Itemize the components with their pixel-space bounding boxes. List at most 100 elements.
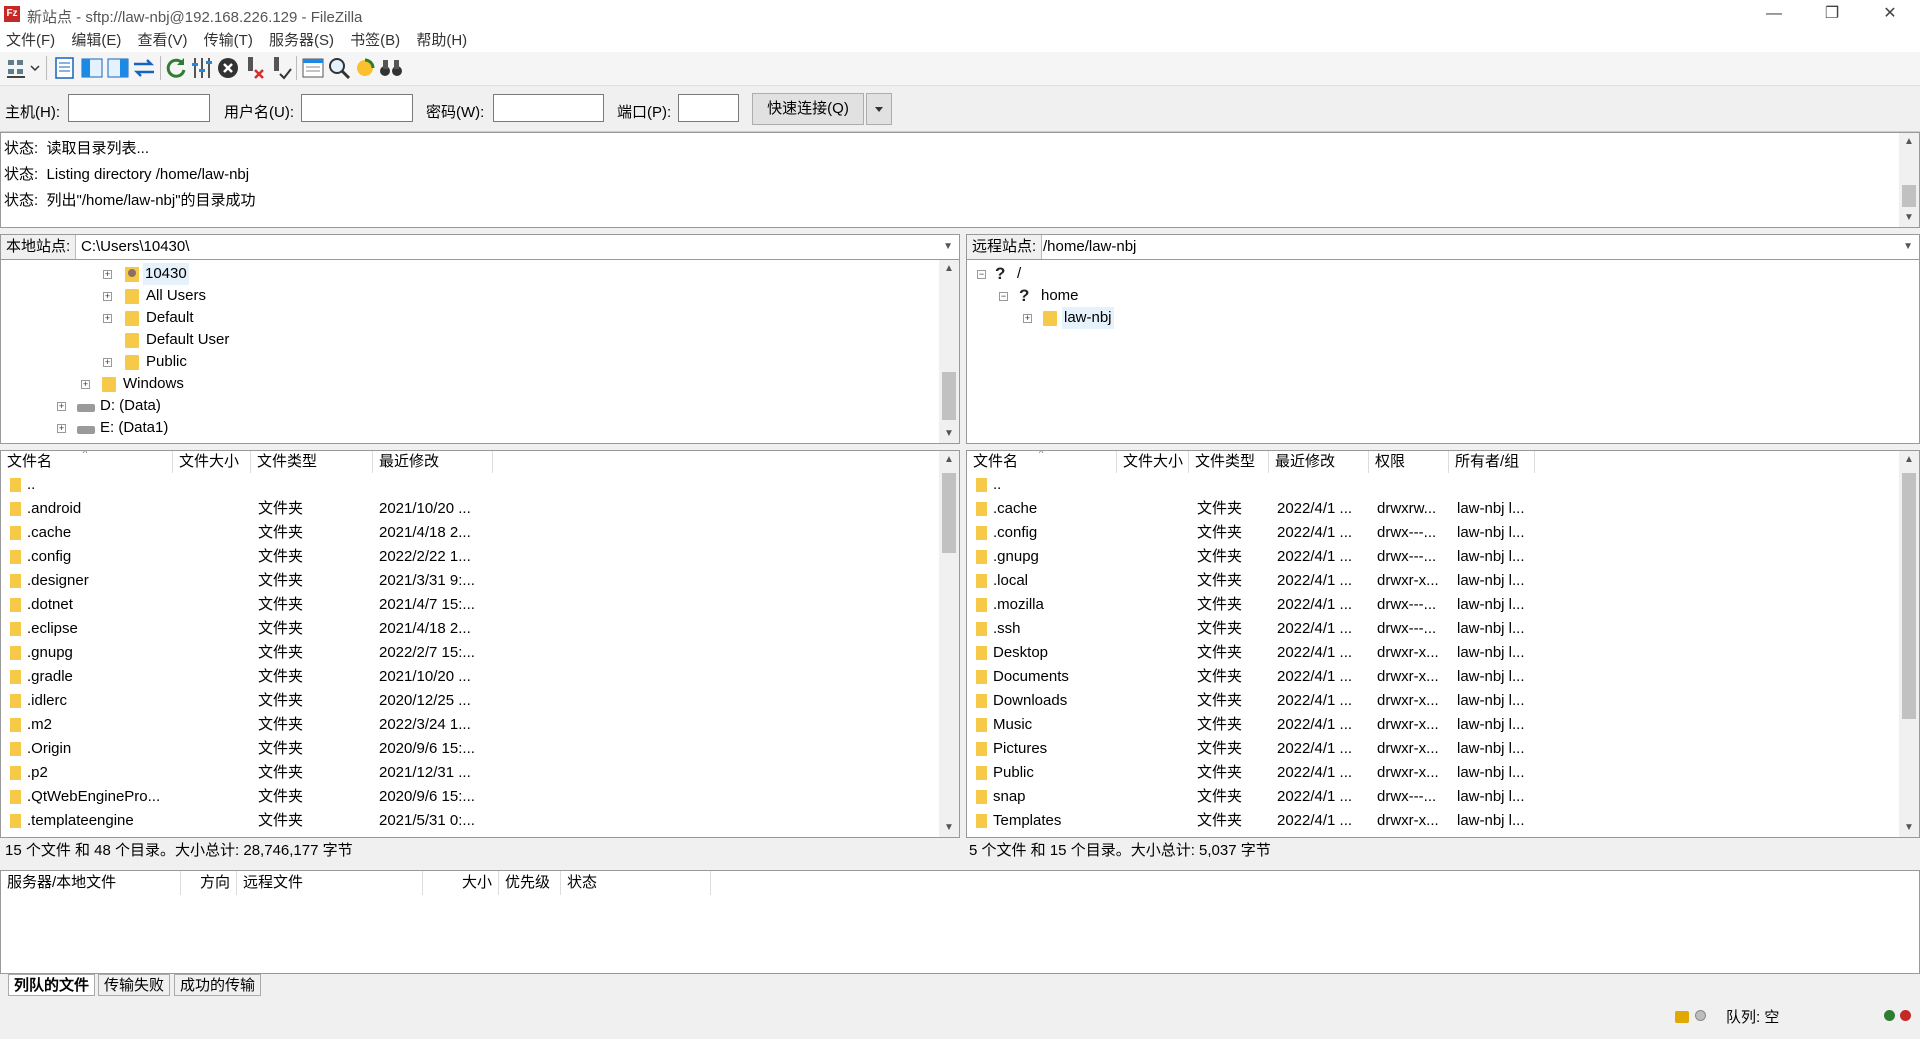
refresh-icon[interactable]: [163, 55, 189, 81]
table-row[interactable]: .idlerc 文件夹 2020/12/25 ...: [1, 689, 959, 713]
scroll-down-icon[interactable]: ▼: [1899, 209, 1919, 227]
column-header-filesize[interactable]: 文件大小: [1117, 451, 1189, 473]
column-header-modified[interactable]: 最近修改: [1269, 451, 1369, 473]
scroll-down-icon[interactable]: ▼: [939, 425, 959, 443]
table-row[interactable]: .templateengine 文件夹 2021/5/31 0:...: [1, 809, 959, 833]
table-row[interactable]: Desktop 文件夹 2022/4/1 ... drwxr-x... law-nbj …: [967, 641, 1919, 665]
tab-failed-transfers[interactable]: 传输失败: [98, 974, 171, 996]
tree-item-all-users[interactable]: + All Users: [1, 285, 941, 307]
scroll-up-icon[interactable]: ▲: [939, 451, 959, 469]
log-scrollbar[interactable]: ▲ ▼: [1899, 133, 1919, 227]
quickconnect-button[interactable]: 快速连接(Q): [752, 93, 864, 125]
toggle-log-icon[interactable]: [52, 55, 78, 81]
table-row[interactable]: Public 文件夹 2022/4/1 ... drwxr-x... law-nbj l…: [967, 761, 1919, 785]
menu-help[interactable]: 帮助(H): [410, 30, 473, 52]
tree-item-home[interactable]: − ? home: [967, 285, 1867, 307]
table-row[interactable]: .ssh 文件夹 2022/4/1 ... drwx---... law-nbj l..…: [967, 617, 1919, 641]
cancel-operation-icon[interactable]: [215, 55, 241, 81]
table-row[interactable]: .local 文件夹 2022/4/1 ... drwxr-x... law-nbj l…: [967, 569, 1919, 593]
table-row[interactable]: Music 文件夹 2022/4/1 ... drwxr-x... law-nbj l.…: [967, 713, 1919, 737]
table-row[interactable]: .m2 文件夹 2022/3/24 1...: [1, 713, 959, 737]
tree-item-law-nbj[interactable]: + law-nbj: [967, 307, 1867, 329]
queue-col-server-local[interactable]: 服务器/本地文件: [1, 871, 181, 895]
table-row[interactable]: ..: [967, 473, 1919, 497]
column-header-filesize[interactable]: 文件大小: [173, 451, 251, 473]
scroll-up-icon[interactable]: ▲: [939, 260, 959, 278]
chevron-down-icon[interactable]: ▼: [943, 235, 953, 259]
tree-item-root[interactable]: − ? /: [967, 263, 1867, 285]
table-row[interactable]: .Origin 文件夹 2020/9/6 15:...: [1, 737, 959, 761]
expand-icon[interactable]: +: [81, 380, 90, 389]
table-row[interactable]: Documents 文件夹 2022/4/1 ... drwxr-x... law-nb…: [967, 665, 1919, 689]
table-row[interactable]: .dotnet 文件夹 2021/4/7 15:...: [1, 593, 959, 617]
scroll-down-icon[interactable]: ▼: [1899, 819, 1919, 837]
scroll-thumb[interactable]: [942, 473, 956, 553]
local-tree-scrollbar[interactable]: ▲ ▼: [939, 260, 959, 443]
scroll-thumb[interactable]: [1902, 473, 1916, 719]
tree-item-windows[interactable]: + Windows: [1, 373, 941, 395]
expand-icon[interactable]: +: [103, 314, 112, 323]
disconnect-icon[interactable]: [241, 55, 267, 81]
menu-file[interactable]: 文件(F): [0, 30, 61, 52]
restore-button[interactable]: ❐: [1802, 0, 1862, 30]
close-button[interactable]: ✕: [1860, 0, 1920, 30]
chevron-down-icon[interactable]: ▼: [1903, 235, 1913, 259]
toggle-remote-tree-icon[interactable]: [105, 55, 131, 81]
queue-col-priority[interactable]: 优先级: [499, 871, 561, 895]
column-header-owner[interactable]: 所有者/组: [1449, 451, 1535, 473]
reconnect-icon[interactable]: [267, 55, 293, 81]
column-header-filetype[interactable]: 文件类型: [1189, 451, 1269, 473]
table-row[interactable]: Pictures 文件夹 2022/4/1 ... drwxr-x... law-nbj…: [967, 737, 1919, 761]
toggle-transfer-queue-icon[interactable]: [131, 55, 157, 81]
expand-icon[interactable]: +: [103, 270, 112, 279]
collapse-icon[interactable]: −: [977, 270, 986, 279]
table-row[interactable]: .designer 文件夹 2021/3/31 9:...: [1, 569, 959, 593]
toggle-local-tree-icon[interactable]: [79, 55, 105, 81]
tree-item-public[interactable]: + Public: [1, 351, 941, 373]
remote-path-input[interactable]: /home/law-nbj: [1043, 235, 1136, 259]
table-row[interactable]: snap 文件夹 2022/4/1 ... drwx---... law-nbj l..…: [967, 785, 1919, 809]
local-list-scrollbar[interactable]: ▲ ▼: [939, 451, 959, 837]
password-input[interactable]: [493, 94, 604, 122]
table-row[interactable]: Downloads 文件夹 2022/4/1 ... drwxr-x... law-nb…: [967, 689, 1919, 713]
tree-item-default[interactable]: + Default: [1, 307, 941, 329]
queue-col-status[interactable]: 状态: [561, 871, 711, 895]
tree-item-10430[interactable]: + 10430: [1, 263, 941, 285]
tab-successful-transfers[interactable]: 成功的传输: [174, 974, 262, 996]
table-row[interactable]: .mozilla 文件夹 2022/4/1 ... drwx---... law-nbj…: [967, 593, 1919, 617]
sync-browse-icon[interactable]: [352, 55, 378, 81]
scroll-up-icon[interactable]: ▲: [1899, 451, 1919, 469]
username-input[interactable]: [301, 94, 413, 122]
table-row[interactable]: .QtWebEnginePro... 文件夹 2020/9/6 15:...: [1, 785, 959, 809]
table-row[interactable]: .config 文件夹 2022/4/1 ... drwx---... law-nbj …: [967, 521, 1919, 545]
scroll-down-icon[interactable]: ▼: [939, 819, 959, 837]
queue-col-remote[interactable]: 远程文件: [237, 871, 423, 895]
collapse-icon[interactable]: −: [999, 292, 1008, 301]
expand-icon[interactable]: +: [1023, 314, 1032, 323]
queue-col-size[interactable]: 大小: [423, 871, 499, 895]
menu-bookmarks[interactable]: 书签(B): [344, 30, 406, 52]
expand-icon[interactable]: +: [103, 358, 112, 367]
table-row[interactable]: .eclipse 文件夹 2021/4/18 2...: [1, 617, 959, 641]
scroll-up-icon[interactable]: ▲: [1899, 133, 1919, 151]
column-header-permissions[interactable]: 权限: [1369, 451, 1449, 473]
host-input[interactable]: [68, 94, 210, 122]
expand-icon[interactable]: +: [57, 424, 66, 433]
tab-queued-files[interactable]: 列队的文件: [8, 974, 96, 996]
site-manager-icon[interactable]: [5, 55, 31, 81]
chevron-down-icon[interactable]: [30, 63, 40, 73]
remote-list-scrollbar[interactable]: ▲ ▼: [1899, 451, 1919, 837]
table-row[interactable]: .gnupg 文件夹 2022/2/7 15:...: [1, 641, 959, 665]
table-row[interactable]: .gradle 文件夹 2021/10/20 ...: [1, 665, 959, 689]
scroll-thumb[interactable]: [942, 372, 956, 420]
table-row[interactable]: .android 文件夹 2021/10/20 ...: [1, 497, 959, 521]
expand-icon[interactable]: +: [57, 402, 66, 411]
table-row[interactable]: .cache 文件夹 2021/4/18 2...: [1, 521, 959, 545]
table-row[interactable]: .p2 文件夹 2021/12/31 ...: [1, 761, 959, 785]
tree-item-drive-e[interactable]: + E: (Data1): [1, 417, 941, 439]
table-row[interactable]: .gnupg 文件夹 2022/4/1 ... drwx---... law-nbj l…: [967, 545, 1919, 569]
scroll-thumb[interactable]: [1902, 185, 1916, 207]
process-queue-icon[interactable]: [189, 55, 215, 81]
column-header-filetype[interactable]: 文件类型: [251, 451, 373, 473]
tree-item-default-user[interactable]: Default User: [1, 329, 941, 351]
